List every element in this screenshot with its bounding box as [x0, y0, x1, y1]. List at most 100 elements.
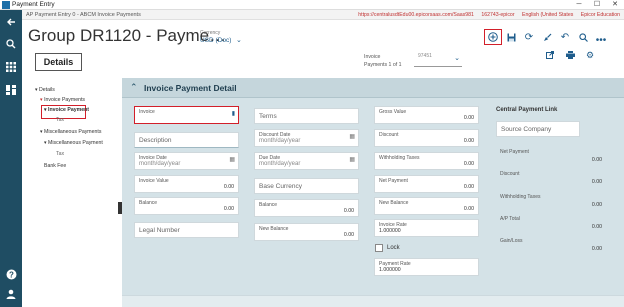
navigation-tree: ▾ Details ▾ Invoice Payments ▾ Invoice P… — [22, 72, 118, 307]
field-label: Balance — [139, 200, 158, 206]
payment-rate-field[interactable]: Payment Rate 1.000000 — [374, 258, 479, 276]
terms-field[interactable]: Terms — [254, 108, 359, 124]
refresh-icon[interactable]: ⟳ — [520, 29, 538, 45]
tree-item-bank-fee[interactable]: Bank Fee — [44, 163, 66, 170]
field-placeholder: Source Company — [501, 126, 552, 133]
gross-value-field[interactable]: Gross Value 0.00 — [374, 106, 479, 124]
withholding-taxes-field[interactable]: Withholding Taxes 0.00 — [374, 152, 479, 170]
field-placeholder: Terms — [259, 113, 277, 120]
left-sidebar: ? — [0, 10, 22, 307]
tree-item-label: Miscellaneous Payment — [48, 140, 103, 146]
tree-item-misc-payment[interactable]: ▾ Miscellaneous Payment — [44, 140, 103, 147]
due-date-field[interactable]: Due Date month/day/year ▦ — [254, 152, 359, 170]
user-icon[interactable] — [3, 286, 19, 302]
field-label: Withholding Taxes — [500, 194, 541, 200]
tree-item-tax[interactable]: Tax — [56, 151, 64, 158]
field-label: New Balance — [259, 226, 289, 232]
field-label: Discount — [379, 132, 399, 138]
invoice-payments-label: Invoice — [364, 54, 381, 60]
lock-checkbox[interactable] — [375, 244, 383, 252]
central-discount: Discount 0.00 — [496, 169, 606, 187]
base-currency-field[interactable]: Base Currency — [254, 178, 359, 194]
search-icon[interactable] — [3, 36, 19, 52]
toolbar-primary: ⟳ ↶ ••• — [484, 29, 610, 46]
field-label: A/P Total — [500, 216, 520, 222]
chevron-down-icon[interactable]: ⌄ — [454, 54, 460, 64]
print-icon[interactable] — [560, 48, 580, 62]
calendar-icon[interactable]: ▦ — [229, 156, 235, 163]
help-icon[interactable]: ? — [3, 266, 19, 282]
calendar-icon[interactable]: ▦ — [349, 156, 355, 163]
field-label: Net Payment — [500, 149, 529, 155]
central-gain-loss: Gain/Loss 0.00 — [496, 236, 606, 254]
add-new-button[interactable] — [484, 29, 502, 45]
tree-item-misc-payments[interactable]: ▾ Miscellaneous Payments — [40, 129, 101, 136]
field-value: 0.00 — [591, 157, 602, 163]
save-icon[interactable] — [502, 29, 520, 45]
discount-field[interactable]: Discount 0.00 — [374, 129, 479, 147]
field-value: 0.00 — [463, 115, 474, 121]
next-section-header[interactable] — [122, 295, 624, 307]
net-payment-field[interactable]: Net Payment 0.00 — [374, 175, 479, 193]
breadcrumb: AP Payment Entry 0 - ABCM Invoice Paymen… — [26, 12, 141, 18]
invoice-record-select[interactable]: 97451 ⌄ — [414, 51, 462, 67]
minimize-button[interactable]: ─ — [570, 0, 588, 10]
page-title: Group DR1120 - Payme… — [28, 26, 227, 45]
session-id: 162743-epicor — [481, 12, 515, 18]
dashboard-icon[interactable] — [3, 82, 19, 98]
field-label: Balance — [259, 202, 278, 208]
apps-grid-icon[interactable] — [3, 59, 19, 75]
invoice-rate-field[interactable]: Invoice Rate 1.000000 — [374, 219, 479, 237]
tree-item-details[interactable]: ▾ Details — [35, 87, 55, 94]
search-icon[interactable] — [574, 29, 592, 45]
page-header: Group DR1120 - Payme… Currency USD (Doc)… — [22, 20, 624, 72]
window-title: Payment Entry — [12, 1, 55, 8]
invoice-field[interactable]: Invoice ▮ — [134, 106, 239, 124]
legal-number-field[interactable]: Legal Number — [134, 222, 239, 238]
discount-date-field[interactable]: Discount Date month/day/year ▦ — [254, 129, 359, 147]
invoice-record-value: 97451 — [418, 53, 432, 59]
tree-item-invoice-payments[interactable]: ▾ Invoice Payments — [40, 97, 85, 104]
field-value: 0.00 — [463, 161, 474, 167]
chevron-down-icon[interactable]: ⌄ — [236, 36, 242, 44]
section-header[interactable]: ⌃ Invoice Payment Detail — [122, 78, 624, 98]
field-label: Discount — [500, 171, 520, 177]
tree-item-tax[interactable]: Tax — [56, 117, 64, 124]
balance-field: Balance 0.00 — [134, 197, 239, 215]
tree-item-label: Invoice Payment — [48, 107, 89, 113]
field-value: 0.00 — [343, 232, 354, 238]
more-options-icon[interactable]: ••• — [592, 29, 610, 46]
field-value: 0.00 — [591, 179, 602, 185]
product-name: Epicor Education — [580, 12, 620, 18]
server-url: https://centralusdtEdu00.epicorsaas.com/… — [358, 12, 474, 18]
invoice-value-field[interactable]: Invoice Value 0.00 — [134, 175, 239, 193]
field-value: 0.00 — [463, 138, 474, 144]
section-title: Invoice Payment Detail — [144, 83, 237, 93]
undo-icon[interactable]: ↶ — [556, 29, 574, 45]
tree-item-label: Bank Fee — [44, 163, 67, 169]
back-arrow-icon[interactable] — [3, 14, 19, 30]
window-titlebar: Payment Entry ─ ☐ ✕ — [0, 0, 624, 10]
chevron-up-icon[interactable]: ⌃ — [130, 82, 138, 93]
source-company-field[interactable]: Source Company — [496, 121, 580, 137]
tree-item-invoice-payment[interactable]: ▾ Invoice Payment — [44, 107, 89, 114]
field-value: 0.00 — [591, 202, 602, 208]
calendar-icon[interactable]: ▦ — [349, 133, 355, 140]
close-button[interactable]: ✕ — [606, 0, 624, 10]
field-label: Invoice Value — [139, 178, 169, 184]
details-button[interactable]: Details — [35, 53, 82, 71]
invoice-date-field[interactable]: Invoice Date month/day/year ▦ — [134, 152, 239, 170]
currency-select[interactable]: USD (Doc) — [200, 37, 231, 44]
description-field[interactable]: Description — [134, 132, 239, 148]
field-value: 0.00 — [463, 206, 474, 212]
svg-text:?: ? — [9, 270, 14, 279]
field-value: 1.000000 — [379, 228, 401, 234]
currency-label: Currency — [200, 30, 221, 36]
maximize-button[interactable]: ☐ — [588, 0, 606, 10]
toolbar-secondary: ⚙ — [540, 48, 600, 62]
open-external-icon[interactable] — [540, 48, 560, 62]
lock-label: Lock — [387, 245, 400, 251]
settings-gear-icon[interactable]: ⚙ — [580, 48, 600, 62]
clear-broom-icon[interactable] — [538, 29, 556, 45]
document-icon[interactable]: ▮ — [232, 110, 235, 117]
